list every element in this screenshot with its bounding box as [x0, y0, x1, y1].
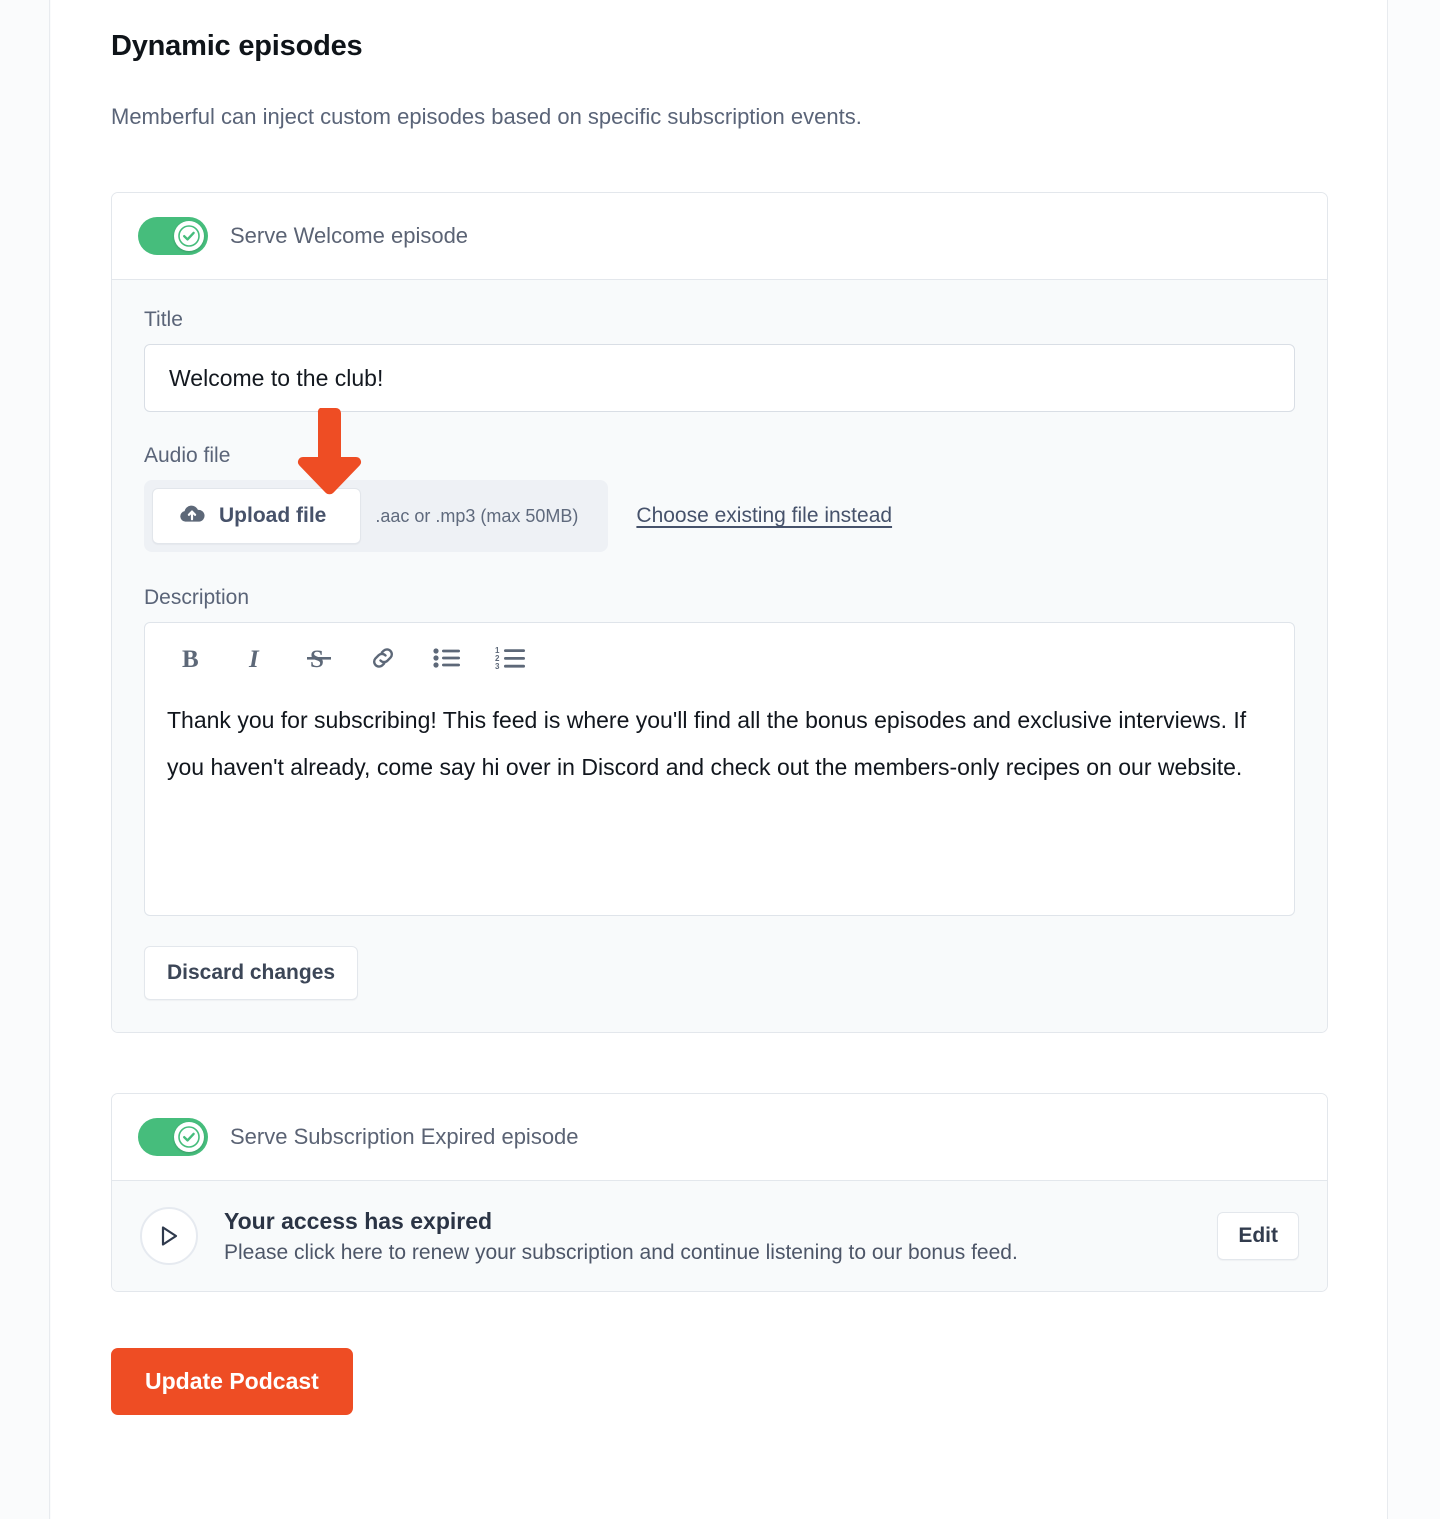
check-icon: [178, 225, 200, 247]
episode-text: Your access has expired Please click her…: [224, 1208, 1191, 1265]
upload-file-button-label: Upload file: [219, 504, 327, 527]
serve-subscription-expired-episode-label: Serve Subscription Expired episode: [230, 1124, 579, 1149]
rich-text-editor: B I S: [144, 622, 1295, 916]
edit-episode-button[interactable]: Edit: [1217, 1212, 1299, 1260]
upload-row: Upload file .aac or .mp3 (max 50MB) Choo…: [144, 480, 1295, 552]
episode-title-input[interactable]: [144, 344, 1295, 412]
page-subtitle: Memberful can inject custom episodes bas…: [111, 104, 862, 129]
svg-text:3: 3: [495, 662, 500, 671]
discard-changes-button[interactable]: Discard changes: [144, 946, 359, 1000]
expired-toggle-row: Serve Subscription Expired episode: [112, 1094, 1327, 1180]
left-gutter: [0, 0, 50, 1519]
bulleted-list-icon: [433, 648, 460, 668]
welcome-episode-panel: Serve Welcome episode Title Audio file: [111, 192, 1328, 1033]
description-editor-content[interactable]: Thank you for subscribing! This feed is …: [145, 691, 1294, 915]
strikethrough-button[interactable]: S: [287, 635, 351, 681]
editor-toolbar: B I S: [145, 623, 1294, 691]
audio-field-group: Audio file Upload file .aac or .mp3 (max…: [144, 444, 1295, 552]
upload-file-button[interactable]: Upload file: [152, 488, 362, 544]
update-podcast-button[interactable]: Update Podcast: [111, 1348, 353, 1415]
numbered-list-icon: 1 2 3: [495, 646, 525, 671]
serve-welcome-episode-toggle[interactable]: [138, 217, 208, 255]
svg-text:I: I: [248, 646, 260, 672]
bulleted-list-button[interactable]: [415, 635, 479, 681]
link-button[interactable]: [351, 635, 415, 681]
numbered-list-button[interactable]: 1 2 3: [479, 635, 543, 681]
choose-existing-file-link[interactable]: Choose existing file instead: [636, 504, 892, 528]
welcome-episode-body: Title Audio file: [112, 279, 1327, 1032]
episode-description: Please click here to renew your subscrip…: [224, 1240, 1018, 1264]
play-icon[interactable]: [140, 1207, 198, 1265]
page-root: Dynamic episodes Memberful can inject cu…: [0, 0, 1440, 1519]
italic-icon: I: [248, 646, 260, 672]
audio-field-label: Audio file: [144, 444, 231, 467]
strikethrough-icon: S: [307, 646, 331, 672]
bold-button[interactable]: B: [159, 635, 223, 681]
title-field-group: Title: [144, 308, 1295, 412]
link-icon: [373, 648, 393, 668]
page-title: Dynamic episodes: [111, 30, 363, 62]
serve-welcome-episode-label: Serve Welcome episode: [230, 223, 469, 248]
bold-icon: B: [182, 646, 199, 672]
check-icon: [178, 1126, 200, 1148]
description-field-label: Description: [144, 586, 250, 609]
expired-episode-body: Your access has expired Please click her…: [112, 1180, 1327, 1291]
toggle-knob: [174, 221, 204, 251]
episode-preview-row: Your access has expired Please click her…: [112, 1181, 1327, 1291]
description-field-group: Description B I 1 2 3 Thank you for subs…: [144, 586, 1295, 1000]
content-canvas: Dynamic episodes Memberful can inject cu…: [51, 0, 1387, 1519]
expired-episode-panel: Serve Subscription Expired episode Your …: [111, 1093, 1328, 1292]
serve-subscription-expired-episode-toggle[interactable]: [138, 1118, 208, 1156]
welcome-toggle-row: Serve Welcome episode: [112, 193, 1327, 279]
right-gutter: [1387, 0, 1440, 1519]
title-field-label: Title: [144, 308, 183, 331]
episode-title: Your access has expired: [224, 1207, 493, 1234]
upload-format-hint: .aac or .mp3 (max 50MB): [375, 505, 579, 526]
toggle-knob: [174, 1122, 204, 1152]
italic-button[interactable]: I: [223, 635, 287, 681]
upload-chip: Upload file .aac or .mp3 (max 50MB): [144, 480, 609, 552]
cloud-upload-icon: [179, 503, 205, 529]
svg-text:B: B: [182, 646, 199, 672]
